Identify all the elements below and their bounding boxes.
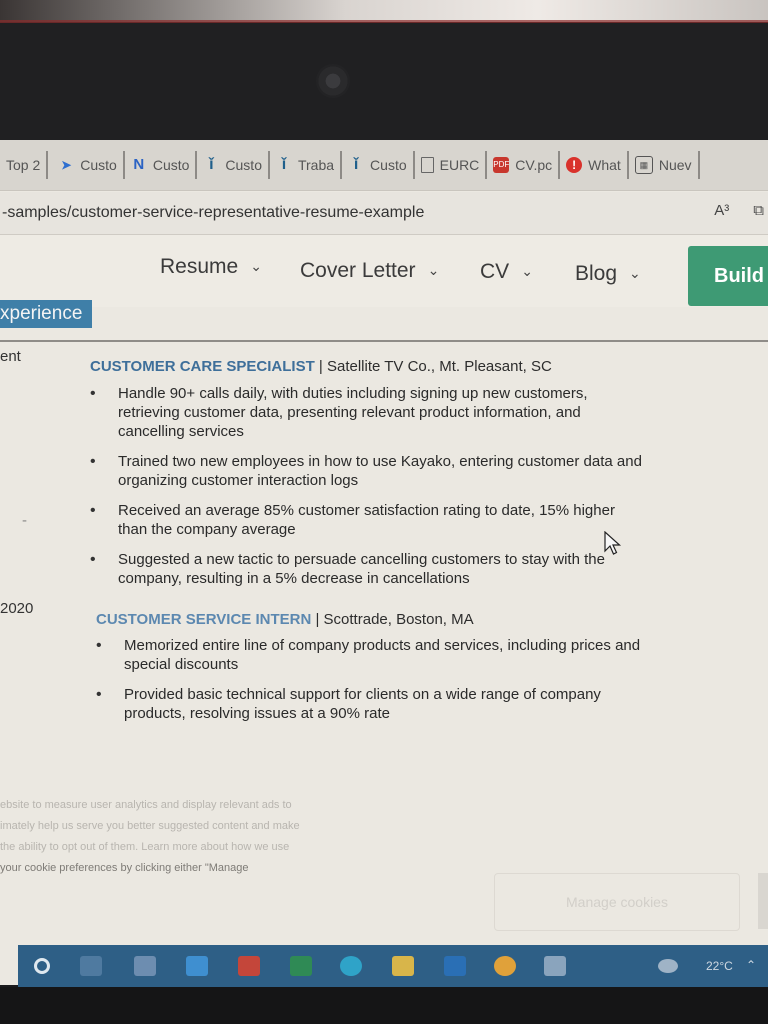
laptop-bezel [0, 0, 768, 140]
nav-cv[interactable]: CV ⌄ [480, 260, 533, 284]
manage-cookies-button[interactable]: Manage cookies [494, 873, 740, 931]
nav-resume[interactable]: Resume ⌄ [160, 255, 262, 279]
chrome-icon[interactable] [494, 956, 516, 976]
build-button[interactable]: Build [688, 246, 768, 306]
office-icon[interactable] [238, 956, 260, 976]
file-explorer-icon[interactable] [392, 956, 414, 976]
document-icon [420, 157, 434, 173]
mail-icon[interactable] [186, 956, 208, 976]
chevron-down-icon: ⌄ [629, 265, 641, 281]
nav-cover-letter[interactable]: Cover Letter ⌄ [300, 259, 439, 283]
app-icon[interactable] [544, 956, 566, 976]
favorite-item[interactable]: ▦ Nuev [629, 151, 700, 179]
job-role: CUSTOMER CARE SPECIALIST [90, 358, 315, 375]
mouse-cursor-icon [604, 531, 622, 555]
job-bullets: Handle 90+ calls daily, with duties incl… [88, 384, 648, 599]
section-divider [0, 340, 768, 342]
store-icon[interactable] [134, 956, 156, 976]
favorite-item[interactable]: ➤ Custo [48, 151, 125, 179]
list-item: Provided basic technical support for cli… [94, 685, 664, 723]
pdf-icon: PDF [493, 157, 510, 173]
favorite-item[interactable]: EURC [415, 151, 488, 179]
job-role: CUSTOMER SERVICE INTERN [96, 611, 312, 628]
favorite-item[interactable]: ǐ Traba [270, 151, 343, 179]
site-nav: Resume ⌄ Cover Letter ⌄ CV ⌄ Blog ⌄ [0, 235, 768, 307]
bezel-edge [0, 20, 768, 23]
favorite-item[interactable]: Top 2 [0, 151, 49, 179]
weather-icon[interactable] [658, 959, 678, 973]
chevron-up-icon[interactable]: ⌃ [740, 955, 762, 975]
favorite-item[interactable]: ǐ Custo [342, 151, 415, 179]
cookie-line: your cookie preferences by clicking eith… [0, 862, 249, 874]
background-glare [0, 0, 768, 22]
favorite-item[interactable]: N Custo [125, 151, 198, 179]
edge-icon[interactable] [340, 956, 362, 976]
n-logo-icon: N [133, 156, 145, 173]
chevron-down-icon: ⌄ [521, 263, 533, 279]
chevron-down-icon: ⌄ [250, 258, 262, 274]
favorites-bar: Top 2 ➤ Custo N Custo ǐ Custo ǐ Traba ǐ Custo… [0, 140, 768, 191]
cookie-line: the ability to opt out of them. Learn mo… [0, 841, 290, 853]
temperature[interactable]: 22°C [706, 959, 733, 973]
info-i-icon: ǐ [209, 156, 214, 173]
job-date-label: 2020 [0, 600, 34, 617]
read-aloud-icon[interactable]: A³ [714, 202, 729, 219]
nav-blog[interactable]: Blog ⌄ [575, 262, 641, 286]
list-item: Suggested a new tactic to persuade cance… [88, 550, 648, 588]
favorite-item[interactable]: PDF CV.pc [487, 151, 561, 179]
url-text[interactable]: -samples/customer-service-representative… [0, 204, 424, 222]
cookie-line: imately help us serve you better suggest… [0, 820, 300, 832]
search-icon[interactable] [34, 958, 50, 974]
job-company: | Scottrade, Boston, MA [311, 611, 474, 628]
calendar-icon: ▦ [634, 156, 653, 174]
job-date-label: ent [0, 348, 21, 365]
section-title: xperience [0, 300, 92, 328]
accept-cookies-button[interactable] [758, 873, 768, 929]
laptop-bezel-bottom [0, 987, 768, 1024]
task-view-icon[interactable] [80, 956, 102, 976]
collections-icon[interactable]: ⧉ [753, 202, 764, 219]
list-item: Handle 90+ calls daily, with duties incl… [88, 384, 648, 441]
job-heading: CUSTOMER CARE SPECIALIST | Satellite TV … [90, 358, 552, 375]
chevron-down-icon: ⌄ [427, 262, 440, 278]
job-bullets: Memorized entire line of company product… [94, 636, 664, 734]
address-bar[interactable]: -samples/customer-service-representative… [0, 192, 768, 235]
blue-arrow-icon: ➤ [61, 158, 72, 172]
favorite-item[interactable]: ǐ Custo [197, 151, 270, 179]
job-company: | Satellite TV Co., Mt. Pleasant, SC [314, 358, 552, 375]
browser-screen: Top 2 ➤ Custo N Custo ǐ Custo ǐ Traba ǐ Custo… [0, 140, 768, 985]
cookie-notice: ebsite to measure user analytics and dis… [0, 795, 420, 879]
taskbar: 22°C ⌃ [18, 945, 768, 987]
cookie-line: ebsite to measure user analytics and dis… [0, 799, 292, 811]
favorite-item[interactable]: ! What [560, 151, 629, 179]
webcam [316, 64, 350, 98]
info-i-icon: ǐ [353, 156, 359, 173]
job-heading: CUSTOMER SERVICE INTERN | Scottrade, Bos… [96, 611, 474, 628]
excel-icon[interactable] [290, 956, 312, 976]
list-item: Memorized entire line of company product… [94, 636, 664, 674]
list-item: Trained two new employees in how to use … [88, 452, 648, 490]
list-item: Received an average 85% customer satisfa… [88, 501, 648, 539]
side-dash: - [22, 512, 27, 529]
info-i-icon: ǐ [281, 156, 287, 173]
alert-icon: ! [566, 157, 583, 173]
word-icon[interactable] [444, 956, 466, 976]
